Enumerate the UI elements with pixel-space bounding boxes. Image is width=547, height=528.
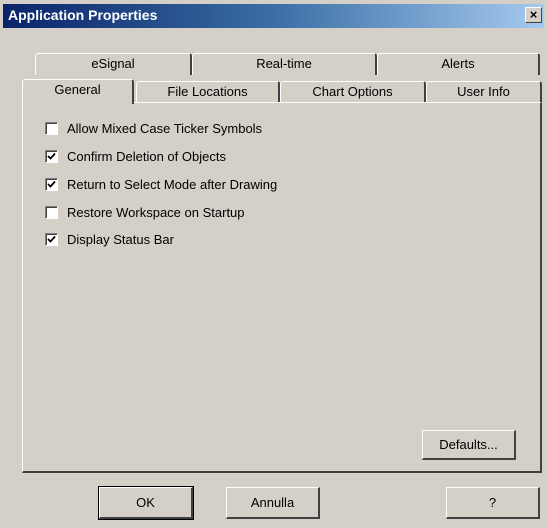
checkmark-icon (47, 152, 56, 160)
tab-alerts[interactable]: Alerts (377, 53, 540, 75)
tab-label: Chart Options (312, 84, 393, 99)
tab-label: User Info (457, 84, 510, 99)
cancel-button-label: Annulla (250, 495, 295, 510)
defaults-button-label: Defaults... (439, 437, 498, 452)
option-label: Return to Select Mode after Drawing (67, 176, 278, 192)
dialog-title: Application Properties (8, 7, 158, 23)
tab-label: File Locations (167, 84, 248, 99)
option-display-status-bar[interactable]: Display Status Bar (45, 231, 174, 247)
tab-user-info[interactable]: User Info (426, 81, 542, 103)
general-tab-panel: Allow Mixed Case Ticker Symbols Confirm … (22, 102, 542, 473)
defaults-button[interactable]: Defaults... (422, 430, 516, 460)
tab-real-time[interactable]: Real-time (192, 53, 377, 75)
option-return-to-select[interactable]: Return to Select Mode after Drawing (45, 176, 277, 192)
application-properties-dialog: Application Properties × eSignal Real-ti… (0, 0, 547, 528)
close-icon: × (529, 7, 538, 22)
title-bar[interactable]: Application Properties × (3, 4, 544, 28)
ok-button-label: OK (136, 495, 155, 510)
tab-general[interactable]: General (22, 79, 134, 104)
option-label: Display Status Bar (67, 231, 174, 247)
tab-chart-options[interactable]: Chart Options (280, 81, 426, 103)
option-label: Allow Mixed Case Ticker Symbols (67, 120, 263, 136)
ok-button[interactable]: OK (98, 486, 194, 520)
tab-label: eSignal (91, 56, 135, 71)
option-restore-workspace[interactable]: Restore Workspace on Startup (45, 204, 245, 220)
checkmark-icon (47, 235, 56, 243)
help-button[interactable]: ? (446, 487, 540, 519)
tab-esignal[interactable]: eSignal (35, 53, 192, 75)
checkbox[interactable] (45, 232, 58, 246)
tab-file-locations[interactable]: File Locations (136, 81, 280, 103)
tab-label: General (54, 82, 101, 97)
option-allow-mixed-case[interactable]: Allow Mixed Case Ticker Symbols (45, 120, 262, 136)
checkbox[interactable] (45, 121, 58, 135)
cancel-button[interactable]: Annulla (226, 487, 320, 519)
checkmark-icon (47, 180, 56, 188)
option-label: Restore Workspace on Startup (67, 204, 245, 220)
help-button-label: ? (488, 495, 497, 510)
close-button[interactable]: × (525, 7, 542, 23)
checkbox[interactable] (45, 177, 58, 191)
tab-label: Real-time (256, 56, 312, 71)
option-confirm-deletion[interactable]: Confirm Deletion of Objects (45, 148, 226, 164)
checkbox[interactable] (45, 205, 58, 219)
tab-label: Alerts (441, 56, 475, 71)
option-label: Confirm Deletion of Objects (67, 148, 226, 164)
checkbox[interactable] (45, 149, 58, 163)
